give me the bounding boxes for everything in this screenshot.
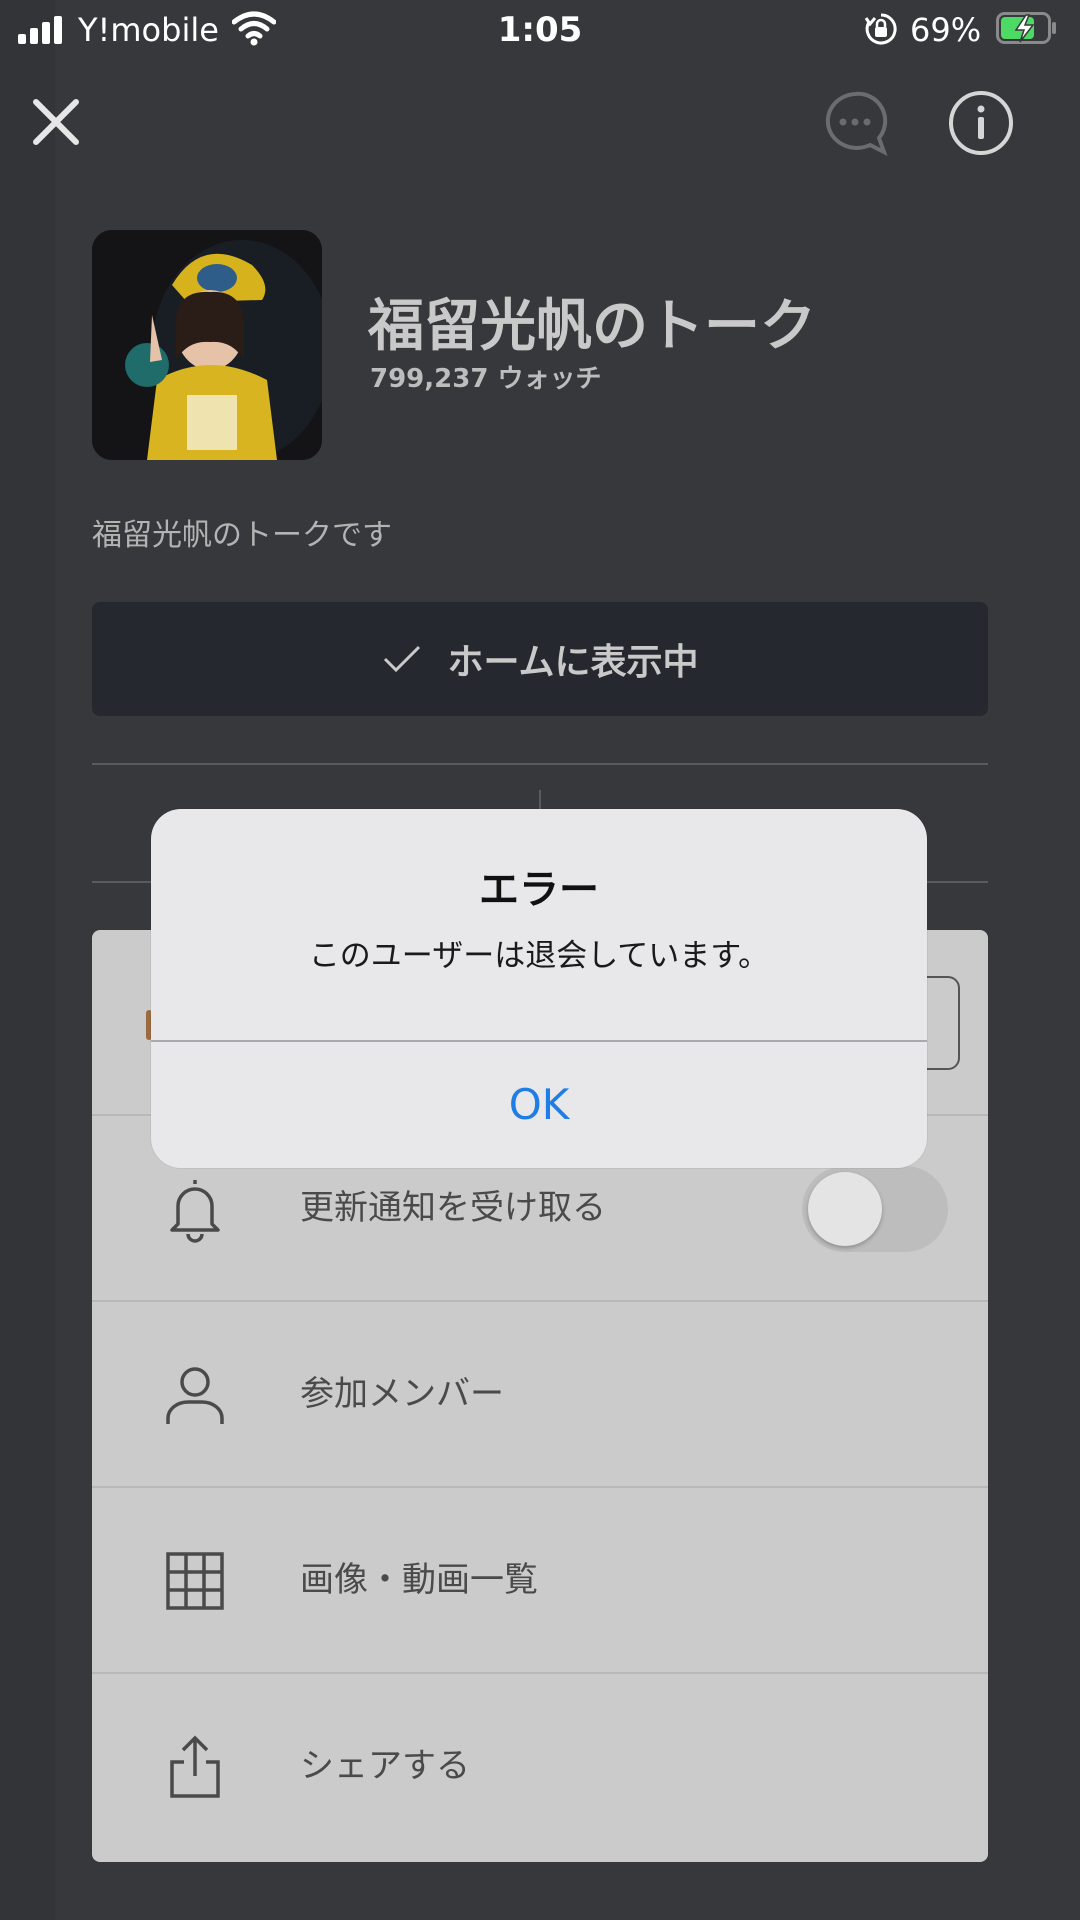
person-icon bbox=[166, 1367, 224, 1424]
watch-count: 799,237 ウォッチ bbox=[370, 364, 602, 394]
talk-profile-image bbox=[92, 230, 322, 460]
menu-item-label: 更新通知を受け取る bbox=[300, 1188, 606, 1228]
menu-item-media[interactable]: 画像・動画一覧 bbox=[92, 1486, 988, 1674]
show-on-home-label: ホームに表示中 bbox=[447, 642, 699, 683]
alert-message: このユーザーは退会しています。 bbox=[308, 938, 770, 974]
talk-title: 福留光帆のトーク bbox=[368, 294, 816, 359]
close-icon[interactable] bbox=[26, 92, 86, 152]
grid-icon bbox=[166, 1552, 224, 1610]
info-icon[interactable] bbox=[946, 88, 1016, 158]
page: Y!mobile 1:05 69% 福留光帆のトーク 799,237 ウォッチ … bbox=[0, 0, 1080, 1920]
chat-bubble-icon[interactable] bbox=[820, 88, 890, 158]
alert-ok-button[interactable]: OK bbox=[151, 1042, 927, 1168]
menu-item-label: 画像・動画一覧 bbox=[300, 1560, 538, 1600]
menu-item-label: シェアする bbox=[300, 1746, 470, 1786]
menu-item-share[interactable]: シェアする bbox=[92, 1672, 988, 1860]
status-bar: Y!mobile 1:05 69% bbox=[0, 0, 1080, 60]
battery-charging-icon bbox=[996, 12, 1056, 44]
share-icon bbox=[170, 1735, 220, 1798]
menu-item-label: 参加メンバー bbox=[300, 1374, 504, 1414]
toggle-knob bbox=[808, 1172, 882, 1246]
check-icon bbox=[383, 645, 420, 673]
alert-title: エラー bbox=[479, 867, 599, 913]
battery-percent: 69% bbox=[910, 11, 982, 49]
error-alert-dialog: エラー このユーザーは退会しています。 OK bbox=[151, 809, 927, 1168]
side-shade bbox=[0, 0, 55, 1920]
divider bbox=[92, 763, 988, 765]
bell-icon bbox=[170, 1180, 220, 1243]
rotation-lock-icon bbox=[864, 13, 897, 45]
show-on-home-button[interactable]: ホームに表示中 bbox=[92, 602, 988, 716]
menu-item-members[interactable]: 参加メンバー bbox=[92, 1300, 988, 1488]
talk-description: 福留光帆のトークです bbox=[92, 518, 392, 553]
notifications-toggle[interactable] bbox=[802, 1166, 948, 1252]
